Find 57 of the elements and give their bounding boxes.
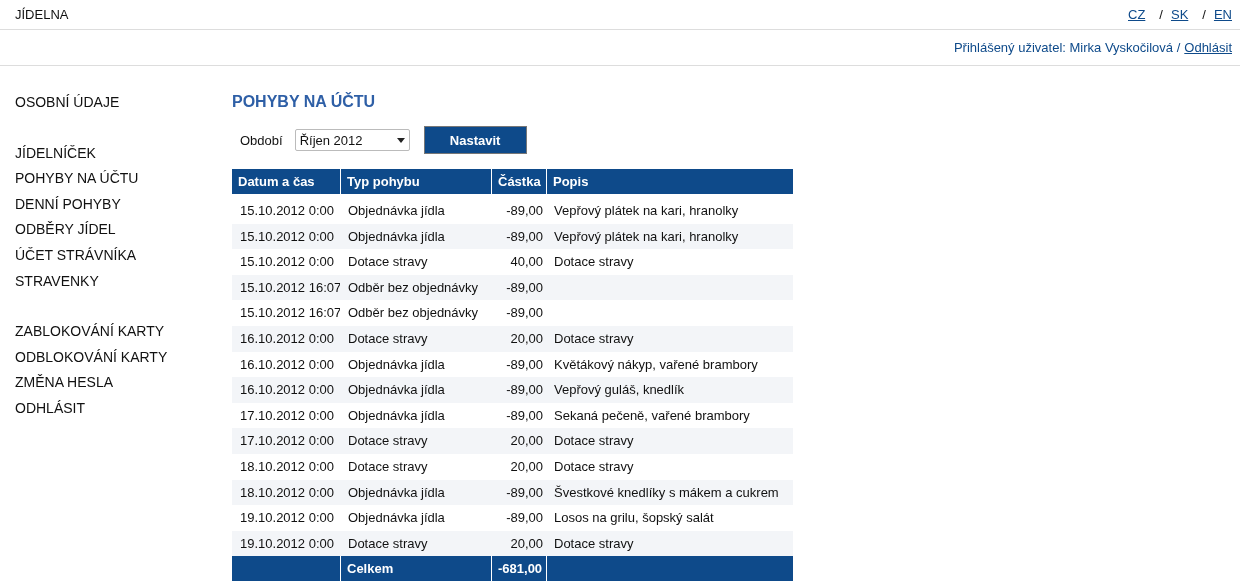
sidebar-item[interactable]: ZABLOKOVÁNÍ KARTY — [15, 319, 232, 345]
table-cell: 16.10.2012 0:00 — [232, 325, 340, 352]
table-cell: 15.10.2012 16:07 — [232, 274, 340, 301]
table-cell: Švestkové knedlíky s mákem a cukrem — [546, 479, 793, 506]
table-cell: -89,00 — [491, 274, 546, 301]
table-cell: Vepřový guláš, knedlík — [546, 377, 793, 403]
table-cell: Objednávka jídla — [340, 223, 491, 250]
table-cell: -89,00 — [491, 377, 546, 403]
table-cell: Dotace stravy — [546, 325, 793, 352]
table-cell: 20,00 — [491, 530, 546, 557]
dropdown-caret-icon — [396, 137, 405, 143]
separator: / — [1202, 7, 1206, 22]
table-cell: Dotace stravy — [340, 428, 491, 454]
table-cell: -89,00 — [491, 223, 546, 250]
language-link[interactable]: EN — [1213, 7, 1232, 22]
page-title: POHYBY NA ÚČTU — [232, 93, 377, 112]
table-cell: 20,00 — [491, 428, 546, 454]
table-cell: Dotace stravy — [340, 325, 491, 352]
period-label: Období — [240, 132, 283, 148]
total-amount: -681,00 — [491, 556, 546, 582]
column-header: Popis — [546, 169, 793, 194]
table-cell: Dotace stravy — [546, 530, 793, 557]
period-select[interactable]: Říjen 2012 — [294, 129, 410, 151]
table-cell: Vepřový plátek na kari, hranolky — [546, 223, 793, 250]
table-cell: Objednávka jídla — [340, 479, 491, 506]
sidebar-item[interactable]: JÍDELNÍČEK — [15, 140, 232, 167]
language-link[interactable]: SK — [1170, 7, 1189, 22]
separator: / — [1159, 7, 1163, 22]
column-header: Částka — [491, 169, 546, 194]
sidebar-item[interactable]: ODBLOKOVÁNÍ KARTY — [15, 344, 232, 371]
set-button[interactable]: Nastavit — [423, 126, 527, 154]
table-cell: 19.10.2012 0:00 — [232, 530, 340, 557]
table-cell: 20,00 — [491, 325, 546, 352]
sidebar-item[interactable]: STRAVENKY — [15, 268, 232, 295]
sidebar-item[interactable]: POHYBY NA ÚČTU — [15, 166, 232, 192]
table-cell: Odběr bez objednávky — [340, 274, 491, 301]
table-cell: Dotace stravy — [546, 428, 793, 454]
table-cell: Objednávka jídla — [340, 377, 491, 403]
table-cell: 15.10.2012 0:00 — [232, 223, 340, 250]
column-header: Datum a čas — [232, 169, 340, 194]
logged-user-text: Přihlášený uživatel: Mirka Vyskočilová / — [953, 40, 1181, 55]
sidebar-item[interactable]: ÚČET STRÁVNÍKA — [15, 242, 232, 269]
table-cell: Dotace stravy — [340, 530, 491, 557]
sidebar-item[interactable]: DENNÍ POHYBY — [15, 191, 232, 218]
table-cell: 17.10.2012 0:00 — [232, 428, 340, 454]
table-cell: 16.10.2012 0:00 — [232, 377, 340, 403]
sidebar-item[interactable]: ZMĚNA HESLA — [15, 370, 232, 396]
site-title: JÍDELNA — [15, 7, 69, 22]
table-cell: -89,00 — [491, 479, 546, 506]
sidebar-item[interactable]: OSOBNÍ ÚDAJE — [15, 90, 232, 116]
logout-link[interactable]: Odhlásit — [1184, 40, 1232, 55]
total-label: Celkem — [340, 556, 491, 582]
language-link[interactable]: CZ — [1128, 7, 1146, 22]
table-cell: 18.10.2012 0:00 — [232, 479, 340, 506]
column-header: Typ pohybu — [340, 169, 491, 194]
sidebar-item[interactable]: ODBĚRY JÍDEL — [15, 217, 232, 243]
sidebar-item[interactable]: ODHLÁSIT — [15, 395, 232, 422]
